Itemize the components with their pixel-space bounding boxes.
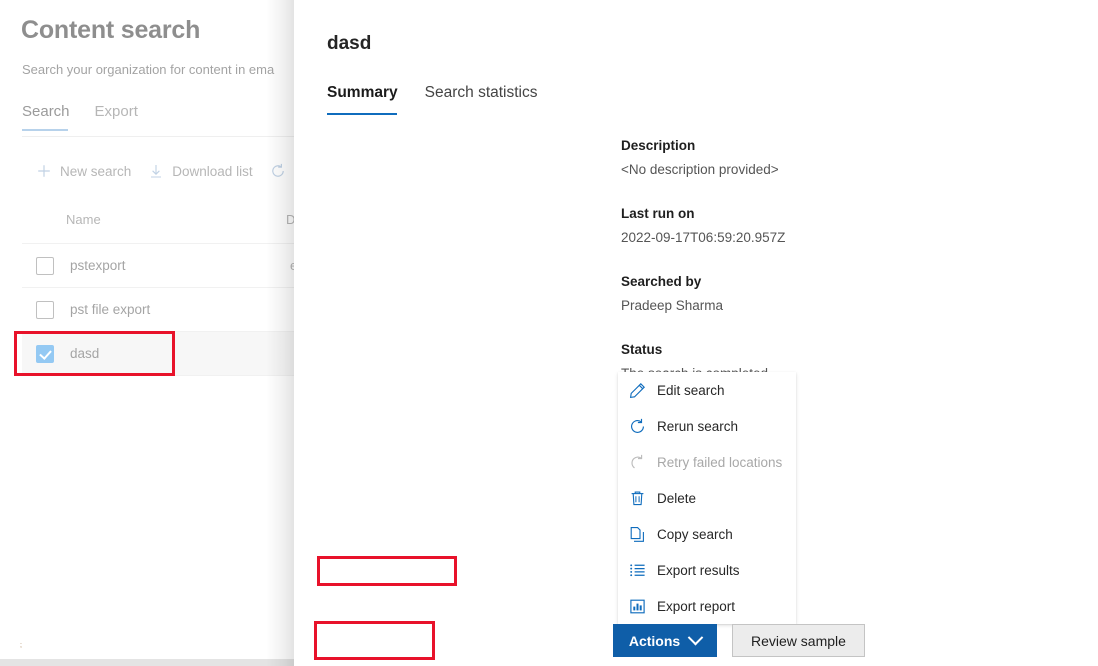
field-searched-by: Searched by Pradeep Sharma bbox=[621, 272, 1081, 316]
field-description-label: Description bbox=[621, 138, 696, 153]
row-divider bbox=[22, 375, 294, 376]
tab-summary[interactable]: Summary bbox=[327, 84, 398, 115]
page-tabs: Search Export bbox=[22, 103, 138, 131]
review-sample-button[interactable]: Review sample bbox=[732, 624, 865, 657]
table-row-dasd[interactable]: dasd bbox=[22, 332, 294, 375]
refresh-icon bbox=[628, 417, 646, 435]
menu-item-export-results-label: Export results bbox=[657, 562, 740, 578]
menu-item-edit-search-label: Edit search bbox=[657, 382, 725, 398]
trash-icon bbox=[628, 489, 646, 507]
row-checkbox[interactable] bbox=[36, 256, 54, 275]
row-checkbox[interactable] bbox=[36, 300, 54, 319]
tab-export-label: Export bbox=[94, 103, 138, 120]
tab-summary-label: Summary bbox=[327, 84, 398, 101]
chevron-down-icon bbox=[687, 629, 704, 646]
field-last-run-on: Last run on 2022-09-17T06:59:20.957Z bbox=[621, 204, 1081, 248]
column-header-name[interactable]: Name bbox=[66, 212, 101, 227]
search-details-flyout: dasd Summary Search statistics Descripti… bbox=[294, 0, 1098, 666]
tab-search-label: Search bbox=[22, 103, 70, 120]
new-search-button[interactable]: New search bbox=[36, 163, 131, 179]
row-checkbox-checked[interactable] bbox=[36, 344, 54, 363]
command-bar: New search Download list bbox=[36, 163, 286, 179]
field-searched-by-label: Searched by bbox=[621, 274, 702, 289]
refresh-icon bbox=[270, 163, 286, 179]
actions-button-label: Actions bbox=[628, 632, 681, 649]
flyout-tabs: Summary Search statistics bbox=[327, 84, 538, 115]
menu-item-retry-failed-locations: Retry failed locations bbox=[618, 444, 796, 480]
download-icon bbox=[148, 163, 164, 179]
field-last-run-on-label: Last run on bbox=[621, 206, 695, 221]
bottom-artifact: ; bbox=[20, 642, 22, 649]
field-last-run-on-value: 2022-09-17T06:59:20.957Z bbox=[621, 230, 786, 245]
menu-item-copy-search[interactable]: Copy search bbox=[618, 516, 796, 552]
tab-search-statistics-label: Search statistics bbox=[424, 84, 538, 101]
menu-item-delete-label: Delete bbox=[657, 490, 697, 506]
page-subtitle: Search your organization for content in … bbox=[22, 62, 275, 77]
tabs-divider bbox=[22, 136, 294, 137]
review-sample-label: Review sample bbox=[751, 632, 846, 649]
bottom-artifact-glyph: ; bbox=[20, 642, 22, 649]
pencil-icon bbox=[628, 381, 646, 399]
row-name: dasd bbox=[70, 346, 100, 361]
menu-item-export-report-label: Export report bbox=[657, 598, 736, 614]
content-search-page-inner: Content search Search your organization … bbox=[0, 0, 294, 666]
field-searched-by-value: Pradeep Sharma bbox=[621, 298, 724, 313]
report-icon bbox=[628, 597, 646, 615]
page-title: Content search bbox=[21, 16, 201, 44]
content-search-page: Content search Search your organization … bbox=[0, 0, 294, 666]
actions-context-menu: Edit search Rerun search Retry failed lo… bbox=[618, 372, 796, 624]
new-search-label: New search bbox=[60, 163, 132, 179]
table-row[interactable]: pst file export bbox=[22, 288, 294, 331]
refresh-button[interactable] bbox=[270, 163, 286, 179]
tab-search-statistics[interactable]: Search statistics bbox=[425, 84, 538, 115]
download-list-label: Download list bbox=[172, 163, 253, 179]
menu-item-rerun-search[interactable]: Rerun search bbox=[618, 408, 796, 444]
menu-item-export-results[interactable]: Export results bbox=[618, 552, 796, 588]
menu-item-export-report[interactable]: Export report bbox=[618, 588, 796, 624]
row-name: pst file export bbox=[70, 302, 151, 317]
copy-icon bbox=[628, 525, 646, 543]
flyout-title: dasd bbox=[327, 33, 372, 54]
field-description-value: <No description provided> bbox=[621, 162, 779, 177]
column-header-d[interactable]: D bbox=[286, 212, 294, 227]
flyout-footer: Actions Review sample bbox=[613, 624, 865, 657]
plus-icon bbox=[36, 163, 52, 179]
tab-export[interactable]: Export bbox=[95, 103, 138, 131]
actions-button[interactable]: Actions bbox=[613, 624, 717, 657]
field-description: Description <No description provided> bbox=[621, 136, 1081, 180]
menu-item-copy-search-label: Copy search bbox=[657, 526, 733, 542]
app-root: Content search Search your organization … bbox=[0, 0, 1098, 666]
retry-icon bbox=[628, 453, 646, 471]
menu-item-delete[interactable]: Delete bbox=[618, 480, 796, 516]
menu-item-rerun-search-label: Rerun search bbox=[657, 418, 739, 434]
field-status-label: Status bbox=[621, 342, 663, 357]
menu-item-edit-search[interactable]: Edit search bbox=[618, 372, 796, 408]
list-icon bbox=[628, 561, 646, 579]
tab-search[interactable]: Search bbox=[22, 103, 70, 131]
download-list-button[interactable]: Download list bbox=[148, 163, 253, 179]
table-row[interactable]: pstexport e bbox=[22, 244, 294, 287]
menu-item-retry-failed-locations-label: Retry failed locations bbox=[657, 454, 783, 470]
bottom-strip bbox=[0, 659, 294, 666]
row-name: pstexport bbox=[70, 258, 126, 273]
